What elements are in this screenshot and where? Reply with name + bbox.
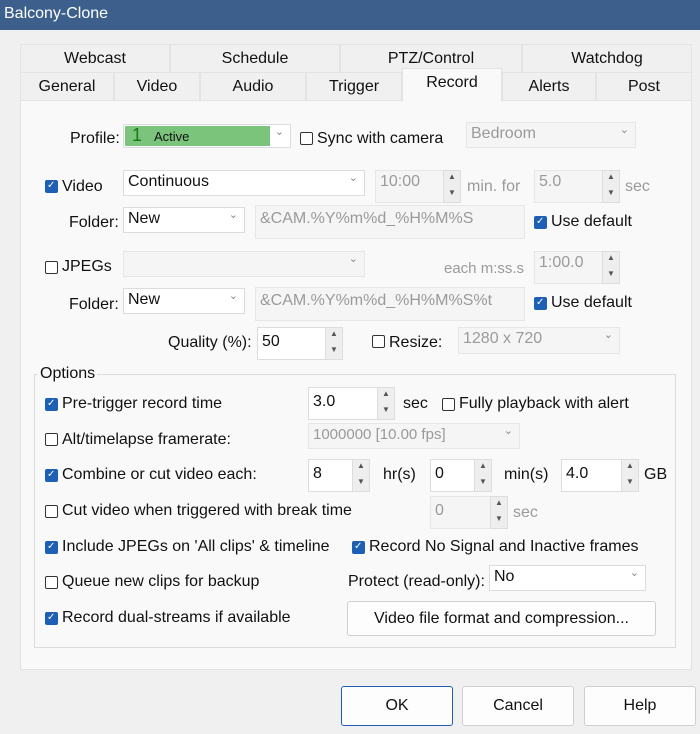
sec-label: sec: [625, 178, 650, 195]
help-button[interactable]: Help: [584, 686, 696, 726]
quality-label: Quality (%):: [168, 334, 252, 351]
queue-backup-label: Queue new clips for backup: [62, 573, 260, 590]
tab-general[interactable]: General: [20, 72, 114, 101]
resize-select[interactable]: 1280 x 720: [458, 327, 620, 354]
cut-triggered-label: Cut video when triggered with break time: [62, 502, 352, 519]
tab-alerts[interactable]: Alerts: [502, 72, 596, 101]
tab-schedule[interactable]: Schedule: [170, 44, 340, 74]
break-time-input[interactable]: 0: [430, 496, 492, 529]
combine-minutes-spinner[interactable]: ▲ ▼: [474, 459, 492, 492]
each-label: each m:ss.s: [444, 260, 525, 277]
quality-input[interactable]: 50: [257, 327, 327, 360]
tab-post[interactable]: Post: [596, 72, 692, 101]
tab-webcast[interactable]: Webcast: [20, 44, 170, 74]
record-nosignal-label: Record No Signal and Inactive frames: [369, 538, 639, 555]
gb-unit: GB: [644, 466, 668, 483]
video-folder-select[interactable]: New: [123, 207, 245, 233]
resize-checkbox[interactable]: [372, 335, 385, 348]
profile-value: Active: [154, 129, 190, 144]
combine-gb-input[interactable]: 4.0: [561, 459, 623, 492]
title-bar: Balcony-Clone: [0, 0, 700, 30]
protect-select[interactable]: No: [489, 565, 646, 591]
video-checkbox[interactable]: [45, 180, 58, 193]
video-format-button[interactable]: Video file format and compression...: [347, 601, 656, 636]
jpegs-use-default-label: Use default: [551, 294, 632, 311]
jpegs-label: JPEGs: [62, 258, 112, 275]
dual-streams-checkbox[interactable]: [45, 612, 58, 625]
profile-number: 1: [132, 125, 143, 145]
break-time-unit: sec: [513, 504, 538, 521]
combine-hours-spinner[interactable]: ▲ ▼: [352, 459, 370, 492]
include-jpegs-checkbox[interactable]: [45, 541, 58, 554]
combine-gb-spinner[interactable]: ▲ ▼: [621, 459, 639, 492]
tab-audio[interactable]: Audio: [200, 72, 306, 101]
video-filename-pattern[interactable]: &CAM.%Y%m%d_%H%M%S: [255, 205, 525, 239]
alt-framerate-label: Alt/timelapse framerate:: [62, 431, 231, 448]
jpegs-folder-select[interactable]: New: [123, 288, 245, 314]
camera-select[interactable]: Bedroom: [466, 122, 636, 148]
sync-camera-label: Sync with camera: [317, 130, 444, 147]
pretrigger-checkbox[interactable]: [45, 398, 58, 411]
tab-record[interactable]: Record: [402, 68, 502, 102]
tab-trigger[interactable]: Trigger: [306, 72, 402, 101]
video-use-default-label: Use default: [551, 213, 632, 230]
cancel-button[interactable]: Cancel: [462, 686, 574, 726]
minutes-unit: min(s): [504, 466, 549, 483]
video-use-default-checkbox[interactable]: [534, 216, 547, 229]
resize-label: Resize:: [389, 334, 443, 351]
video-seconds-input[interactable]: 5.0: [534, 170, 604, 203]
tab-watchdog[interactable]: Watchdog: [522, 44, 692, 74]
min-for-label: min. for: [467, 178, 521, 195]
cut-triggered-checkbox[interactable]: [45, 505, 58, 518]
break-time-spinner[interactable]: ▲ ▼: [490, 496, 508, 529]
hours-unit: hr(s): [383, 466, 416, 483]
jpegs-folder-label: Folder:: [69, 296, 119, 313]
video-folder-label: Folder:: [69, 214, 119, 231]
options-title: Options: [38, 365, 98, 383]
record-nosignal-checkbox[interactable]: [352, 541, 365, 554]
sync-camera-checkbox[interactable]: [300, 132, 313, 145]
alt-framerate-checkbox[interactable]: [45, 433, 58, 446]
dual-streams-label: Record dual-streams if available: [62, 609, 291, 626]
jpegs-interval-spinner[interactable]: ▲ ▼: [602, 251, 620, 284]
pretrigger-input[interactable]: 3.0: [308, 387, 378, 420]
video-mode-select[interactable]: Continuous: [123, 170, 365, 196]
include-jpegs-label: Include JPEGs on 'All clips' & timeline: [62, 538, 330, 555]
combine-checkbox[interactable]: [45, 469, 58, 482]
queue-backup-checkbox[interactable]: [45, 576, 58, 589]
pretrigger-label: Pre-trigger record time: [62, 395, 223, 412]
pretrigger-unit: sec: [403, 395, 428, 412]
jpegs-filename-pattern[interactable]: &CAM.%Y%m%d_%H%M%S%t: [255, 287, 525, 321]
profile-label: Profile:: [70, 130, 120, 147]
tab-video[interactable]: Video: [114, 72, 200, 101]
video-time-spinner[interactable]: ▲ ▼: [443, 170, 461, 203]
jpegs-mode-select[interactable]: [123, 251, 365, 277]
video-label: Video: [62, 178, 103, 195]
protect-label: Protect (read-only):: [348, 573, 485, 590]
pretrigger-spinner[interactable]: ▲ ▼: [377, 387, 395, 420]
jpegs-use-default-checkbox[interactable]: [534, 297, 547, 310]
window-title: Balcony-Clone: [4, 5, 109, 22]
combine-label: Combine or cut video each:: [62, 466, 257, 483]
combine-hours-input[interactable]: 8: [308, 459, 353, 492]
fully-playback-checkbox[interactable]: [442, 398, 455, 411]
ok-button[interactable]: OK: [341, 686, 453, 726]
quality-spinner[interactable]: ▲ ▼: [325, 327, 343, 360]
fully-playback-label: Fully playback with alert: [459, 395, 629, 412]
video-time-input[interactable]: 10:00: [375, 170, 445, 203]
jpegs-checkbox[interactable]: [45, 261, 58, 274]
jpegs-interval-input[interactable]: 1:00.0: [534, 251, 604, 284]
combine-minutes-input[interactable]: 0: [430, 459, 475, 492]
video-seconds-spinner[interactable]: ▲ ▼: [602, 170, 620, 203]
alt-framerate-select[interactable]: 1000000 [10.00 fps]: [308, 423, 520, 449]
profile-select[interactable]: 1 Active: [123, 124, 291, 148]
